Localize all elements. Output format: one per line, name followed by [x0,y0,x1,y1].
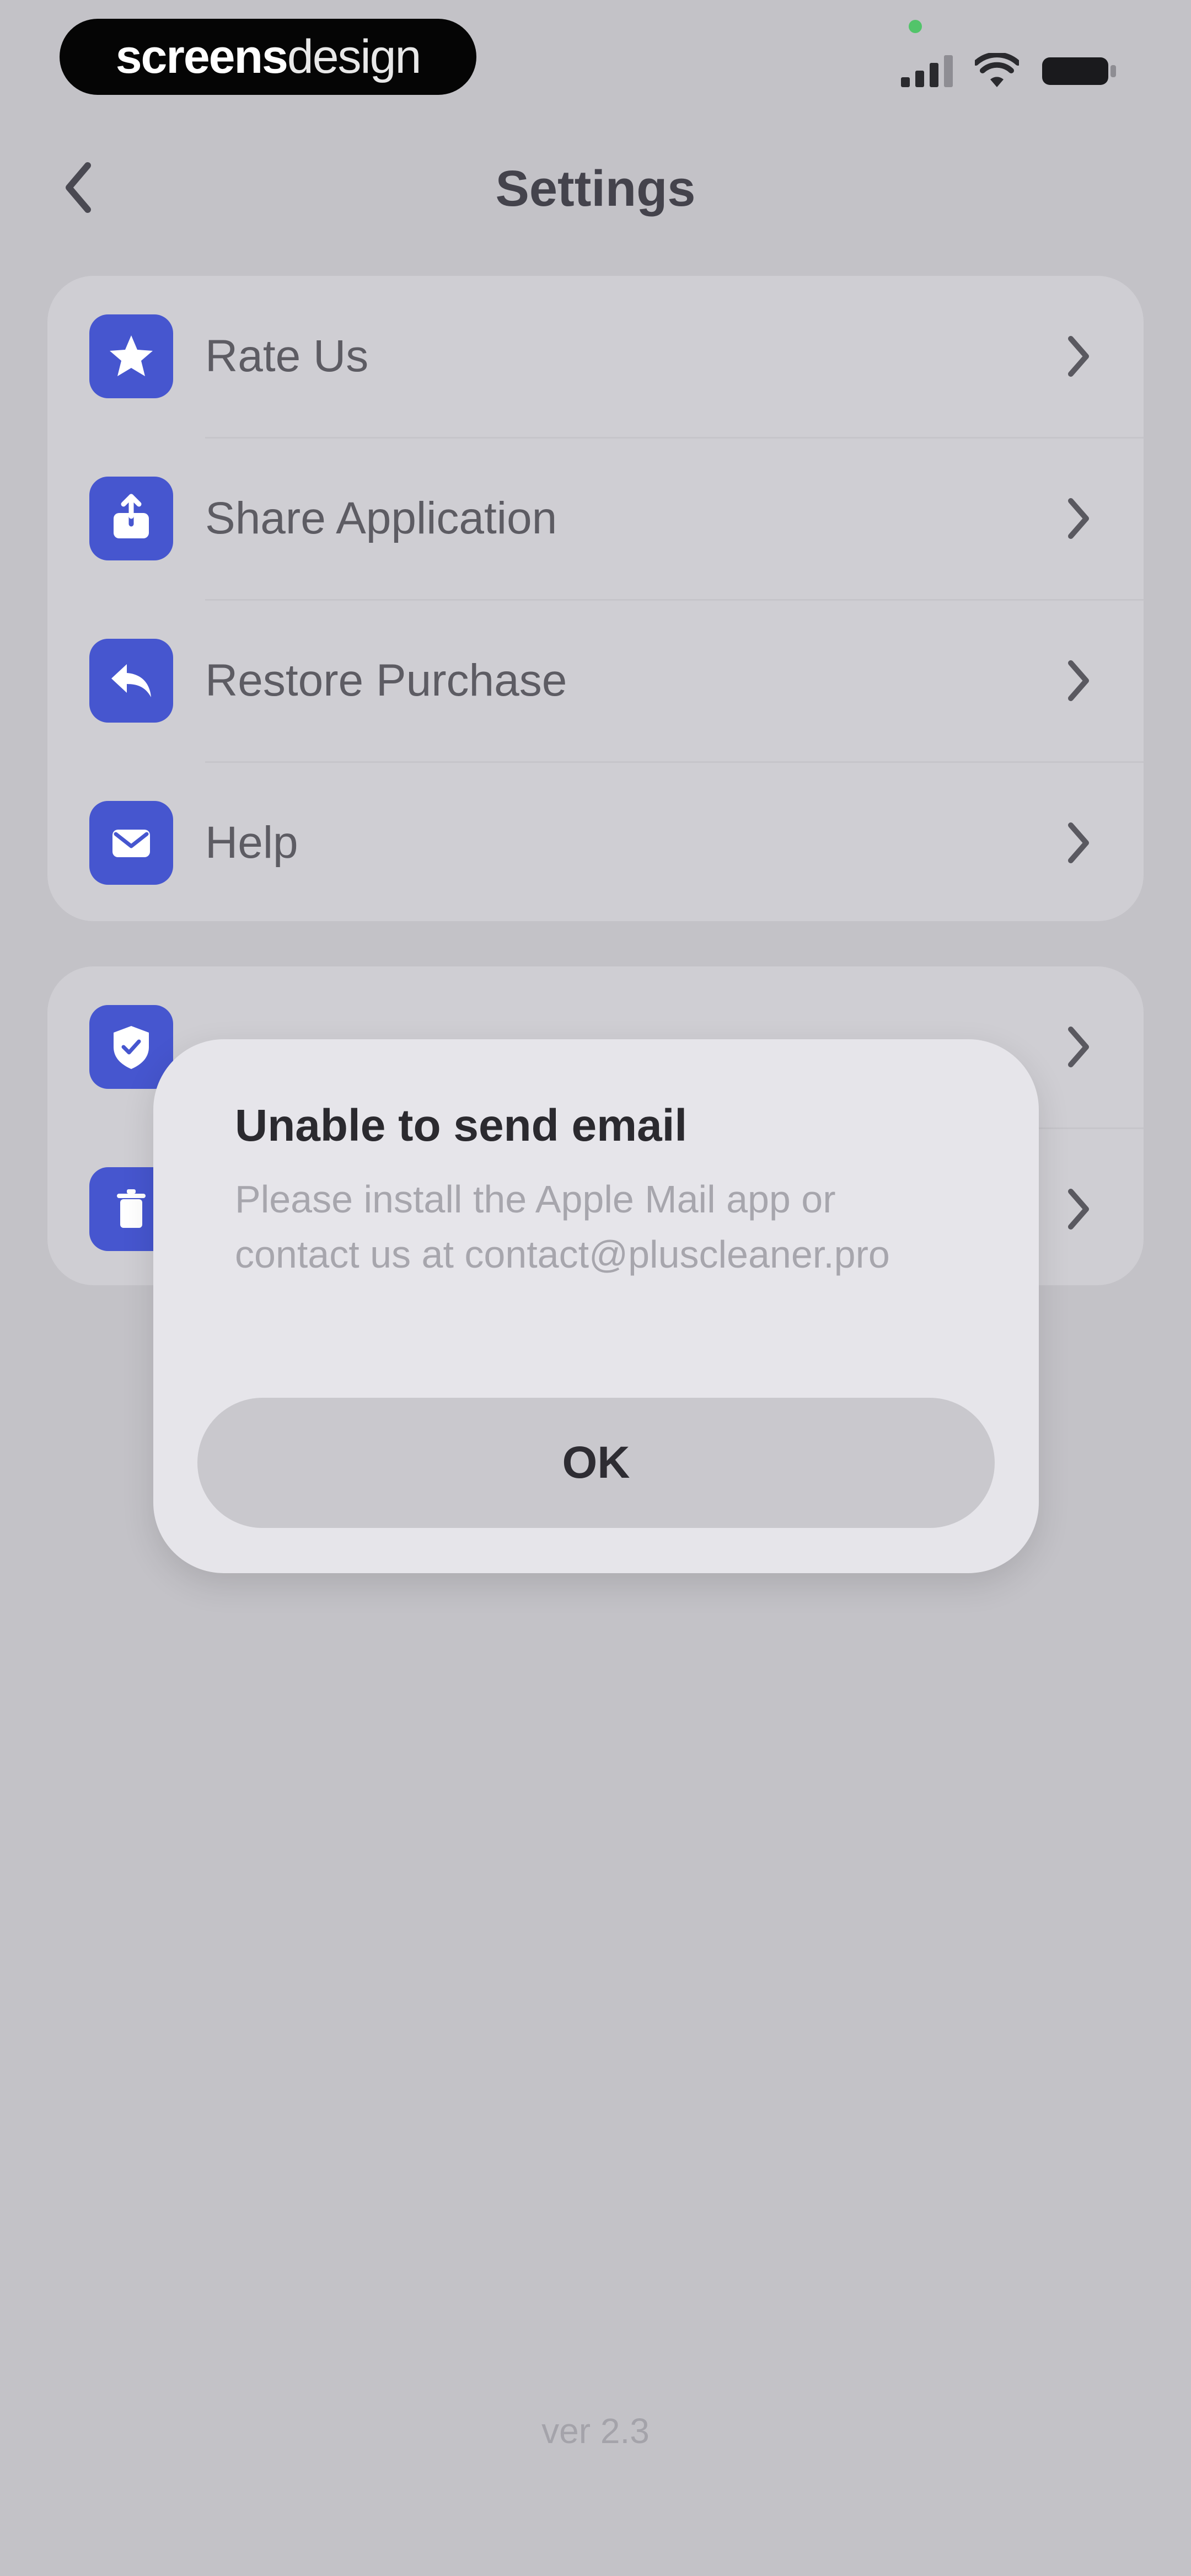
battery-icon [1042,57,1116,85]
star-icon [89,314,173,398]
restore-icon [89,639,173,723]
wifi-icon [975,53,1019,87]
version-label: ver 2.3 [541,2411,650,2451]
chevron-right-icon [1068,498,1089,539]
cellular-signal-icon [901,55,953,87]
alert-message: Please install the Apple Mail app or con… [235,1178,890,1276]
row-label: Help [205,817,298,868]
row-label: Share Application [205,493,557,543]
chevron-right-icon [1068,1027,1089,1067]
brand-watermark: screens design [60,19,476,95]
alert-dialog: Unable to send email Please install the … [153,1039,1039,1573]
alert-title: Unable to send email [235,1100,688,1151]
privacy-indicator-dot [909,20,922,33]
brand-bold-text: screens [115,30,288,83]
page-title: Settings [495,161,696,217]
row-label: Rate Us [205,331,369,381]
settings-group-main: Rate Us Share Application Restore Purcha… [47,276,1144,921]
settings-screen: screens design Settings Rate Us Share Ap… [0,0,1191,2576]
settings-row-rate-us[interactable]: Rate Us [47,276,1144,437]
mail-icon [89,801,173,885]
chevron-right-icon [1068,336,1089,377]
chevron-right-icon [1068,822,1089,863]
chevron-right-icon [1068,1189,1089,1230]
brand-light-text: design [287,30,421,83]
share-icon [89,477,173,560]
chevron-right-icon [1068,660,1089,701]
settings-row-help[interactable]: Help [47,762,1144,923]
settings-row-restore-purchase[interactable]: Restore Purchase [47,600,1144,761]
row-label: Restore Purchase [205,655,567,706]
settings-row-share-application[interactable]: Share Application [47,438,1144,599]
ok-button[interactable]: OK [197,1398,995,1528]
shield-icon [89,1005,173,1089]
